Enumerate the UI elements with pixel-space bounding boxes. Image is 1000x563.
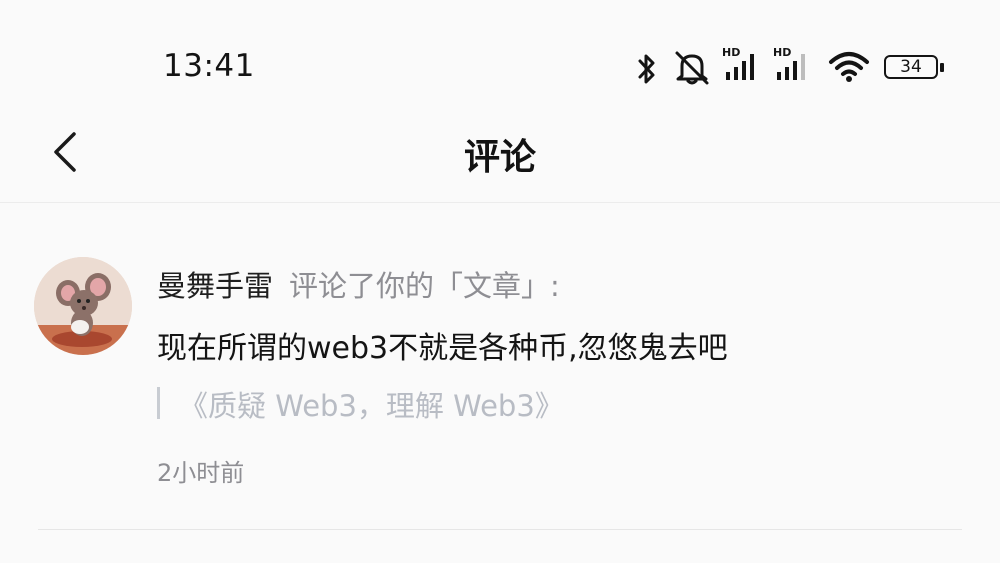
bluetooth-icon [638, 54, 655, 84]
quote-bar [157, 387, 160, 419]
divider [38, 529, 962, 530]
avatar[interactable] [34, 257, 132, 355]
status-bar: 13:41 HD HD 34 [0, 0, 1000, 110]
comment-notification[interactable]: 曼舞手雷 评论了你的「文章」: 现在所谓的web3不就是各种币,忽悠鬼去吧 《质疑… [0, 203, 1000, 529]
nav-bar: 评论 [0, 110, 1000, 202]
screen: 13:41 HD HD 34 评论 曼舞手雷 评论了你的「文章」: 现在所谓的w… [0, 0, 1000, 563]
battery-level: 34 [900, 57, 922, 77]
wifi-icon [829, 52, 869, 82]
signal-icon: HD [722, 46, 762, 84]
signal-icon: HD [773, 46, 813, 84]
status-time: 13:41 [163, 48, 255, 84]
action-text: 评论了你的「文章」: [289, 269, 560, 303]
mute-icon [675, 51, 709, 85]
battery-icon: 34 [884, 52, 946, 82]
username[interactable]: 曼舞手雷 [157, 269, 273, 303]
timestamp: 2小时前 [157, 459, 245, 487]
page-title: 评论 [463, 137, 536, 178]
comment-text: 现在所谓的web3不就是各种币,忽悠鬼去吧 [157, 331, 728, 366]
mouse-avatar-image [34, 257, 132, 355]
article-title: 《质疑 Web3，理解 Web3》 [179, 389, 564, 423]
notification-headline: 曼舞手雷 评论了你的「文章」: [157, 263, 560, 305]
